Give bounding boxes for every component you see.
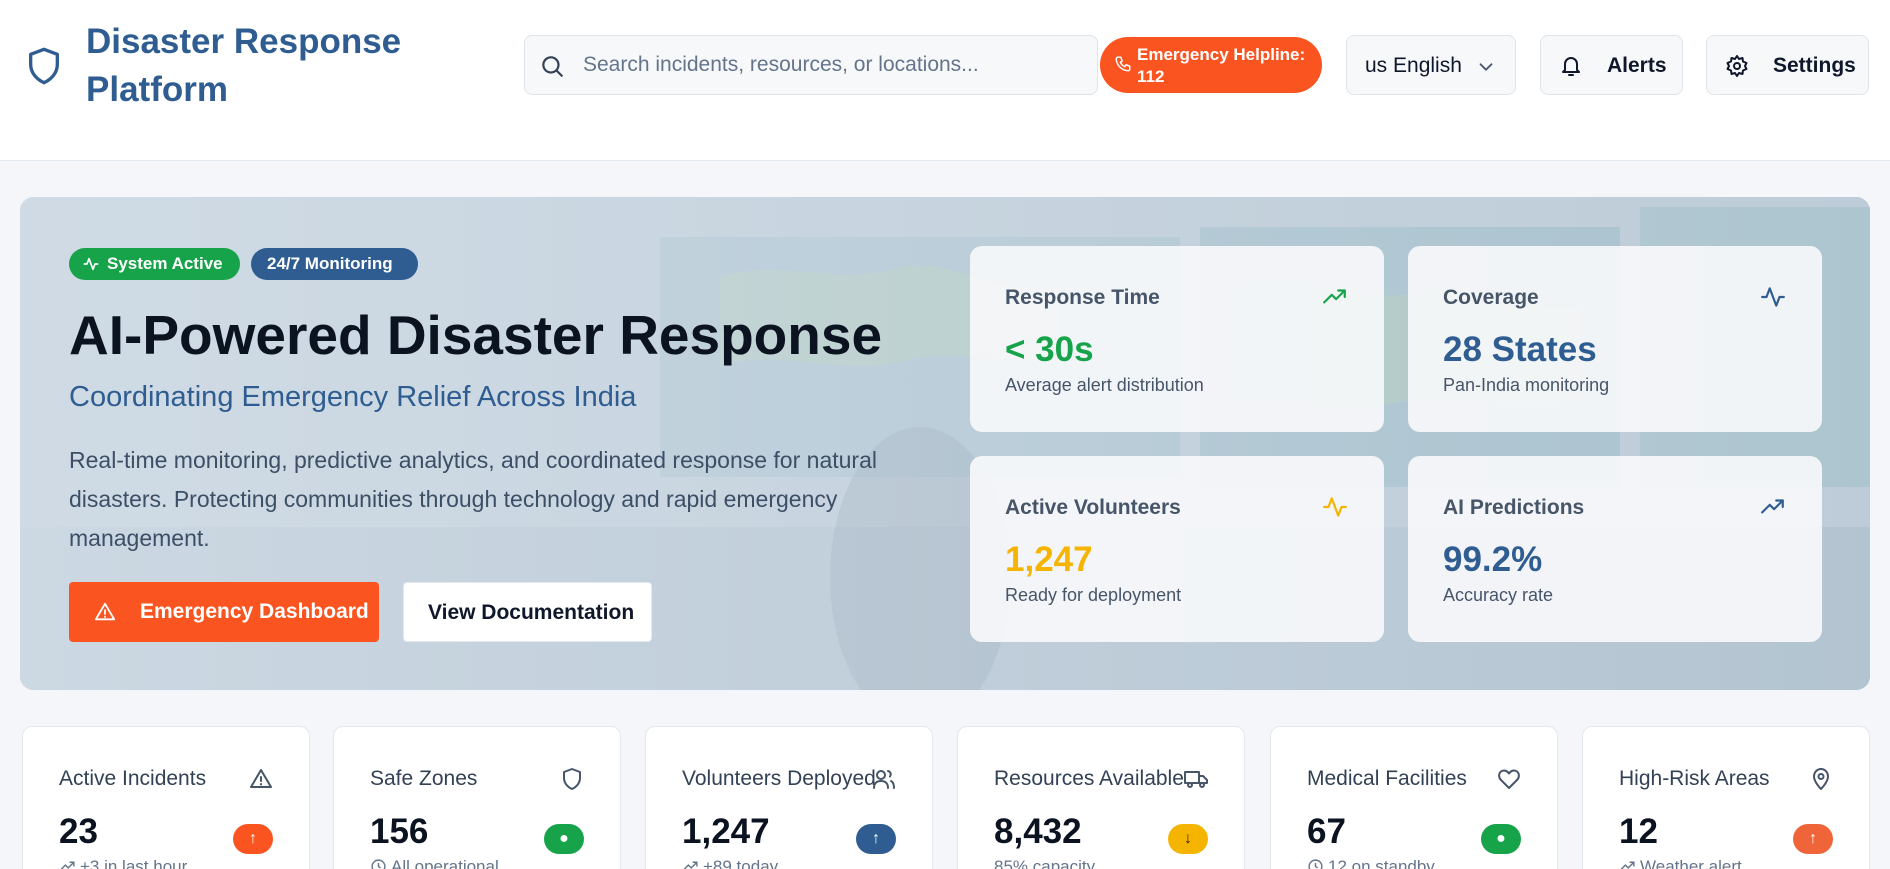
monitoring-badge: 24/7 Monitoring: [251, 248, 418, 280]
trend-badge: ↑: [233, 824, 273, 854]
metric-card-volunteers-deployed[interactable]: Volunteers Deployed 1,247 ↑ +89 today: [645, 726, 933, 869]
trend-badge: ↑: [856, 824, 896, 854]
clock-icon: [371, 859, 386, 869]
metric-label: Volunteers Deployed: [682, 767, 876, 790]
system-active-label: System Active: [107, 254, 223, 273]
clock-icon: [1308, 859, 1323, 869]
trend-badge: ↓: [1168, 824, 1208, 854]
hero-title: AI-Powered Disaster Response: [69, 304, 883, 366]
metric-sub: 85% capacity: [994, 857, 1095, 869]
stat-label: Response Time: [1005, 286, 1160, 309]
heart-icon: [1498, 769, 1520, 789]
top-header: Disaster Response Platform Emergency Hel…: [0, 0, 1890, 161]
hero-subtitle: Coordinating Emergency Relief Across Ind…: [69, 381, 637, 413]
alert-triangle-icon: [250, 769, 272, 788]
search-bar[interactable]: [524, 35, 1098, 95]
metric-sub-text: 12 on standby: [1328, 857, 1435, 869]
metric-sub-text: Weather alert: [1640, 857, 1742, 869]
trending-up-icon: [60, 861, 75, 869]
language-select[interactable]: us English: [1346, 35, 1516, 95]
emergency-helpline-button[interactable]: Emergency Helpline: 112: [1100, 37, 1322, 93]
metric-value: 67: [1307, 812, 1346, 851]
activity-icon: [1761, 287, 1785, 307]
emergency-dashboard-button[interactable]: Emergency Dashboard: [69, 582, 379, 642]
settings-button[interactable]: Settings: [1706, 35, 1869, 95]
system-active-badge: System Active: [69, 248, 240, 280]
search-input[interactable]: [583, 36, 1083, 94]
stat-note: Ready for deployment: [1005, 585, 1182, 605]
search-icon: [542, 56, 563, 77]
metric-sub: Weather alert: [1619, 857, 1742, 869]
trending-up-icon: [683, 861, 698, 869]
stat-value: 28 States: [1443, 330, 1597, 369]
metric-card-medical-facilities[interactable]: Medical Facilities 67 ● 12 on standby: [1270, 726, 1558, 869]
chevron-down-icon: [1479, 63, 1493, 71]
language-label: us English: [1365, 54, 1462, 77]
metric-sub-text: 85% capacity: [994, 857, 1096, 869]
alerts-button[interactable]: Alerts: [1540, 35, 1683, 95]
metric-card-resources-available[interactable]: Resources Available 8,432 ↓ 85% capacity: [957, 726, 1245, 869]
stat-note: Average alert distribution: [1005, 375, 1204, 395]
activity-icon: [83, 257, 99, 271]
brand-title[interactable]: Disaster Response Platform: [86, 18, 446, 114]
view-documentation-label: View Documentation: [428, 601, 635, 624]
metric-value: 23: [59, 812, 98, 851]
gear-icon: [1726, 55, 1748, 77]
stat-value: < 30s: [1005, 330, 1094, 369]
status-badge: ●: [1481, 824, 1521, 854]
metric-sub: 12 on standby: [1307, 857, 1435, 869]
metric-sub: All operational: [370, 857, 499, 869]
metric-label: Medical Facilities: [1307, 767, 1467, 790]
stat-value: 1,247: [1005, 540, 1093, 579]
shield-icon: [563, 768, 581, 790]
trending-up-icon: [1761, 499, 1784, 514]
stat-card-response-time: Response Time < 30s Average alert distri…: [970, 246, 1384, 432]
map-pin-icon: [1813, 768, 1829, 790]
users-icon: [873, 770, 895, 789]
metric-label: Resources Available: [994, 767, 1184, 790]
metric-sub-text: +89 today: [703, 857, 779, 869]
hero-banner: System Active 24/7 Monitoring AI-Powered…: [20, 197, 1870, 690]
status-badge: ●: [544, 824, 584, 854]
stat-label: Active Volunteers: [1005, 496, 1181, 519]
stat-note: Accuracy rate: [1443, 585, 1554, 605]
trend-badge: ↑: [1793, 824, 1833, 854]
metric-sub: +3 in last hour: [59, 857, 187, 869]
metric-sub-text: +3 in last hour: [80, 857, 188, 869]
activity-icon: [1323, 497, 1347, 517]
metric-value: 1,247: [682, 812, 770, 851]
trending-up-icon: [1620, 861, 1635, 869]
phone-icon: [1115, 56, 1131, 72]
view-documentation-button[interactable]: View Documentation: [403, 582, 652, 642]
trending-up-icon: [1323, 289, 1346, 304]
metric-card-high-risk-areas[interactable]: High-Risk Areas 12 ↑ Weather alert: [1582, 726, 1870, 869]
stat-card-active-volunteers: Active Volunteers 1,247 Ready for deploy…: [970, 456, 1384, 642]
metric-sub: +89 today: [682, 857, 778, 869]
metric-value: 12: [1619, 812, 1658, 851]
stat-card-ai-predictions: AI Predictions 99.2% Accuracy rate: [1408, 456, 1822, 642]
settings-label: Settings: [1773, 54, 1856, 77]
helpline-label: Emergency Helpline: 112: [1137, 45, 1306, 86]
alerts-label: Alerts: [1607, 54, 1667, 77]
metric-label: Active Incidents: [59, 767, 207, 790]
metric-label: High-Risk Areas: [1619, 767, 1770, 790]
stat-label: Coverage: [1443, 286, 1539, 309]
metric-label: Safe Zones: [370, 767, 478, 790]
alert-triangle-icon: [94, 602, 116, 621]
metric-card-active-incidents[interactable]: Active Incidents 23 ↑ +3 in last hour: [22, 726, 310, 869]
stat-label: AI Predictions: [1443, 496, 1585, 519]
stat-note: Pan-India monitoring: [1443, 375, 1610, 395]
stat-card-coverage: Coverage 28 States Pan-India monitoring: [1408, 246, 1822, 432]
metric-value: 156: [370, 812, 429, 851]
monitoring-label: 24/7 Monitoring: [267, 254, 393, 273]
metric-sub-text: All operational: [391, 857, 499, 869]
bell-icon: [1562, 57, 1580, 76]
metric-value: 8,432: [994, 812, 1082, 851]
shield-icon[interactable]: [24, 44, 64, 88]
stat-value: 99.2%: [1443, 540, 1543, 579]
emergency-dashboard-label: Emergency Dashboard: [140, 600, 369, 623]
hero-description: Real-time monitoring, predictive analyti…: [69, 447, 877, 551]
truck-icon: [1184, 771, 1208, 788]
metric-card-safe-zones[interactable]: Safe Zones 156 ● All operational: [333, 726, 621, 869]
